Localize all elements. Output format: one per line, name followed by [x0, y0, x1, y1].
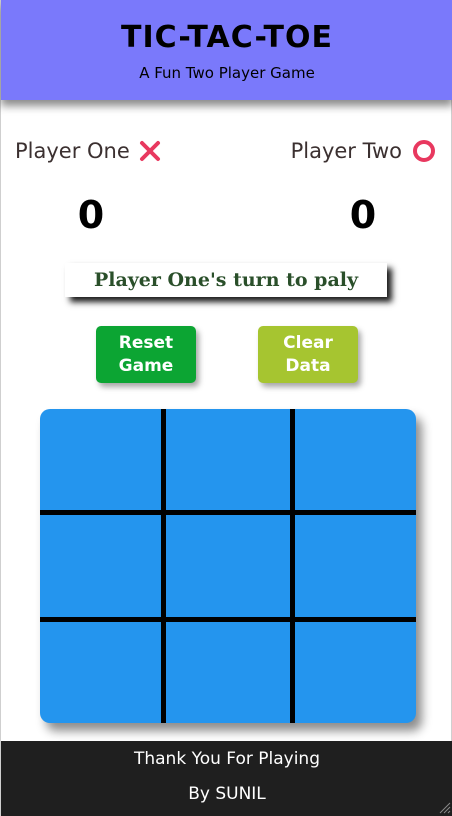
grid-line — [40, 510, 416, 515]
board-cell-6[interactable] — [295, 515, 416, 617]
game-board — [40, 409, 416, 723]
footer-thanks: Thank You For Playing — [133, 749, 320, 769]
resize-handle-icon[interactable] — [437, 800, 451, 814]
grid-line — [290, 409, 295, 723]
board-cell-3[interactable] — [295, 409, 416, 510]
x-icon — [139, 141, 160, 161]
player-one-score: 0 — [77, 193, 105, 237]
grid-line — [40, 617, 416, 622]
board-cell-7[interactable] — [40, 622, 161, 723]
app-header: TIC-TAC-TOE A Fun Two Player Game — [1, 0, 452, 100]
grid-line — [161, 409, 166, 723]
board-cell-5[interactable] — [166, 515, 290, 617]
board-cell-8[interactable] — [166, 622, 290, 723]
board-cell-1[interactable] — [40, 409, 161, 510]
footer-author: By SUNIL — [188, 784, 266, 804]
app-footer: Thank You For Playing By SUNIL — [1, 741, 452, 816]
player-one-name: Player One — [15, 139, 130, 163]
player-two-name: Player Two — [290, 139, 402, 163]
player-two-label: Player Two — [291, 137, 435, 165]
page-title: TIC-TAC-TOE — [121, 20, 333, 55]
turn-status: Player One's turn to paly — [65, 263, 387, 297]
player-one-label: Player One — [15, 137, 161, 165]
reset-game-button[interactable]: Reset Game — [96, 326, 196, 383]
page-subtitle: A Fun Two Player Game — [139, 64, 315, 82]
board-cell-2[interactable] — [166, 409, 290, 510]
clear-data-button[interactable]: Clear Data — [258, 326, 358, 383]
player-two-score: 0 — [349, 193, 377, 237]
board-cell-9[interactable] — [295, 622, 416, 723]
o-icon — [413, 140, 435, 162]
board-cell-4[interactable] — [40, 515, 161, 617]
